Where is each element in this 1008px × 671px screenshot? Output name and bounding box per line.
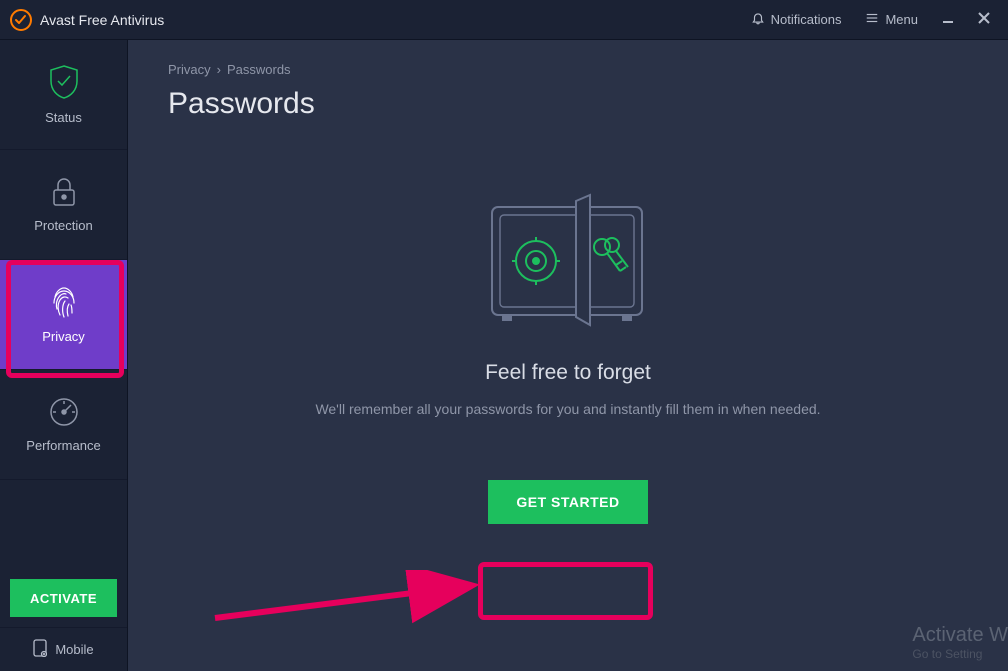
breadcrumb-separator: › — [217, 62, 221, 77]
close-icon — [978, 11, 990, 29]
minimize-button[interactable] — [934, 6, 962, 34]
breadcrumb-part: Passwords — [227, 62, 291, 77]
shield-check-icon — [48, 64, 80, 100]
watermark-line1: Activate W — [912, 624, 1008, 647]
sidebar-item-label: Privacy — [42, 329, 85, 344]
get-started-label: GET STARTED — [516, 494, 619, 510]
lock-icon — [50, 176, 78, 208]
main-content: Privacy › Passwords Passwords — [128, 40, 1008, 671]
breadcrumb: Privacy › Passwords — [168, 62, 968, 77]
minimize-icon — [942, 11, 954, 29]
sidebar: Status Protection — [0, 40, 128, 671]
bell-icon — [751, 11, 765, 28]
mobile-icon — [33, 639, 47, 660]
activate-button[interactable]: ACTIVATE — [10, 579, 117, 617]
sidebar-mobile-button[interactable]: Mobile — [0, 627, 127, 671]
sidebar-item-label: Status — [45, 110, 82, 125]
notifications-label: Notifications — [771, 12, 842, 27]
sidebar-item-label: Performance — [26, 438, 100, 453]
safe-illustration-icon — [478, 191, 658, 336]
sidebar-item-performance[interactable]: Performance — [0, 370, 127, 480]
menu-label: Menu — [885, 12, 918, 27]
page-title: Passwords — [168, 87, 968, 121]
watermark-line2: Go to Setting — [912, 647, 1008, 661]
avast-logo-icon — [10, 9, 32, 31]
get-started-button[interactable]: GET STARTED — [488, 480, 647, 524]
hero-subtitle: We'll remember all your passwords for yo… — [315, 399, 820, 420]
sidebar-item-privacy[interactable]: Privacy — [0, 260, 127, 370]
hamburger-icon — [865, 11, 879, 28]
windows-activation-watermark: Activate W Go to Setting — [912, 624, 1008, 661]
close-button[interactable] — [970, 6, 998, 34]
titlebar: Avast Free Antivirus Notifications Menu — [0, 0, 1008, 40]
notifications-button[interactable]: Notifications — [743, 7, 850, 32]
sidebar-item-status[interactable]: Status — [0, 40, 127, 150]
activate-label: ACTIVATE — [30, 591, 97, 606]
sidebar-item-label: Protection — [34, 218, 93, 233]
sidebar-item-protection[interactable]: Protection — [0, 150, 127, 260]
app-title: Avast Free Antivirus — [40, 12, 164, 28]
menu-button[interactable]: Menu — [857, 7, 926, 32]
gauge-icon — [48, 396, 80, 428]
mobile-label: Mobile — [55, 642, 93, 657]
hero-title: Feel free to forget — [485, 361, 651, 385]
fingerprint-icon — [49, 285, 79, 319]
breadcrumb-part[interactable]: Privacy — [168, 62, 211, 77]
